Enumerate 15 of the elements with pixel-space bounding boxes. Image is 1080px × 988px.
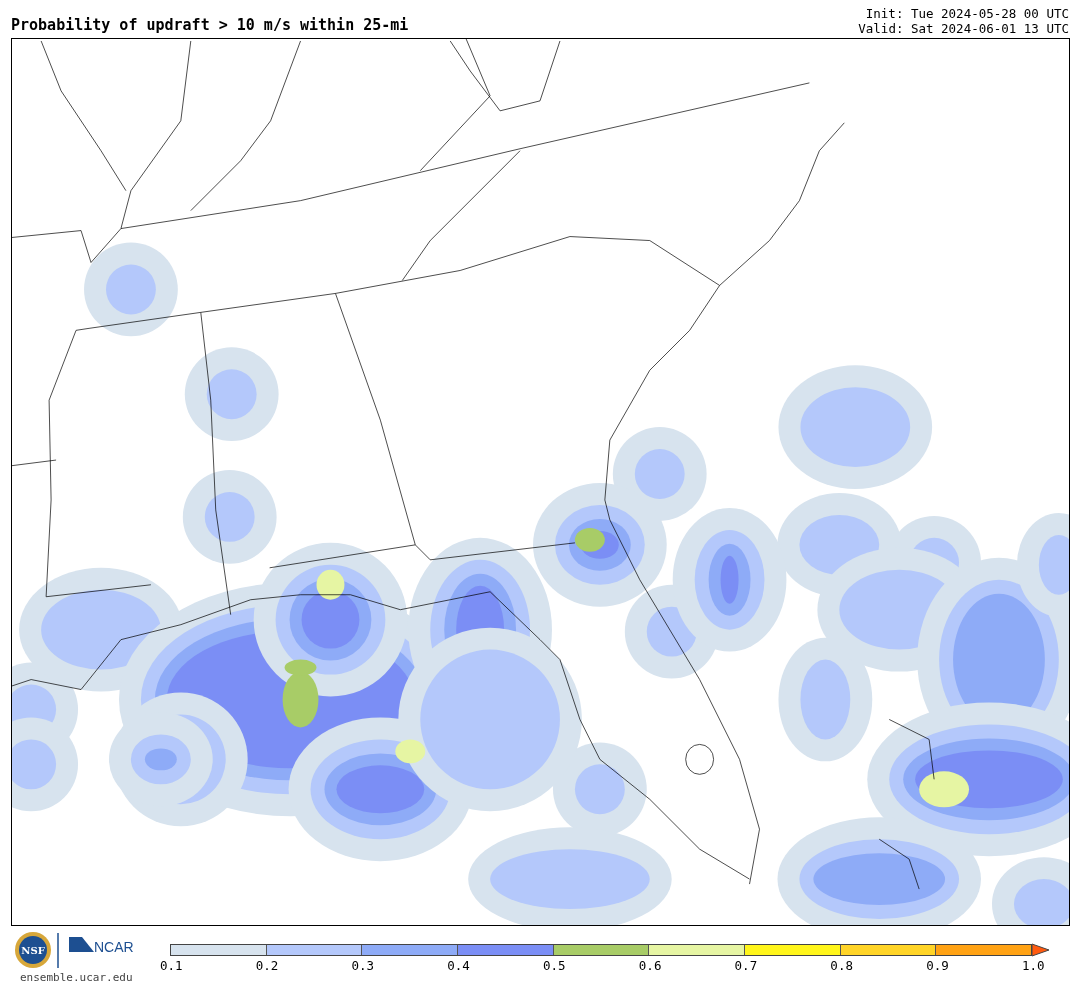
colorbar-tick-label: 0.7 [734, 957, 755, 975]
valid-time: Valid: Sat 2024-06-01 13 UTC [858, 21, 1069, 36]
colorbar-tick-label: 0.1 [160, 957, 180, 975]
colorbar-tick-label: 1.0 [1021, 957, 1042, 975]
colorbar-tick-label: 0.3 [351, 957, 372, 975]
logo-drawing: NSF NCAR [14, 930, 144, 970]
website-url: ensemble.ucar.edu [20, 970, 134, 986]
colorbar-tick-label: 0.9 [926, 957, 947, 975]
chart-title: Probability of updraft > 10 m/s within 25-mi [11, 15, 409, 36]
colorbar-tick-label: 0.6 [638, 957, 659, 975]
colorbar-tick-label: 0.2 [255, 957, 276, 975]
colorbar-tick-label: 0.4 [447, 957, 468, 975]
colorbar-tick-label: 0.5 [543, 957, 564, 975]
init-time: Init: Tue 2024-05-28 00 UTC [864, 6, 1069, 21]
colorbar-tick-label: 0.8 [830, 957, 851, 975]
